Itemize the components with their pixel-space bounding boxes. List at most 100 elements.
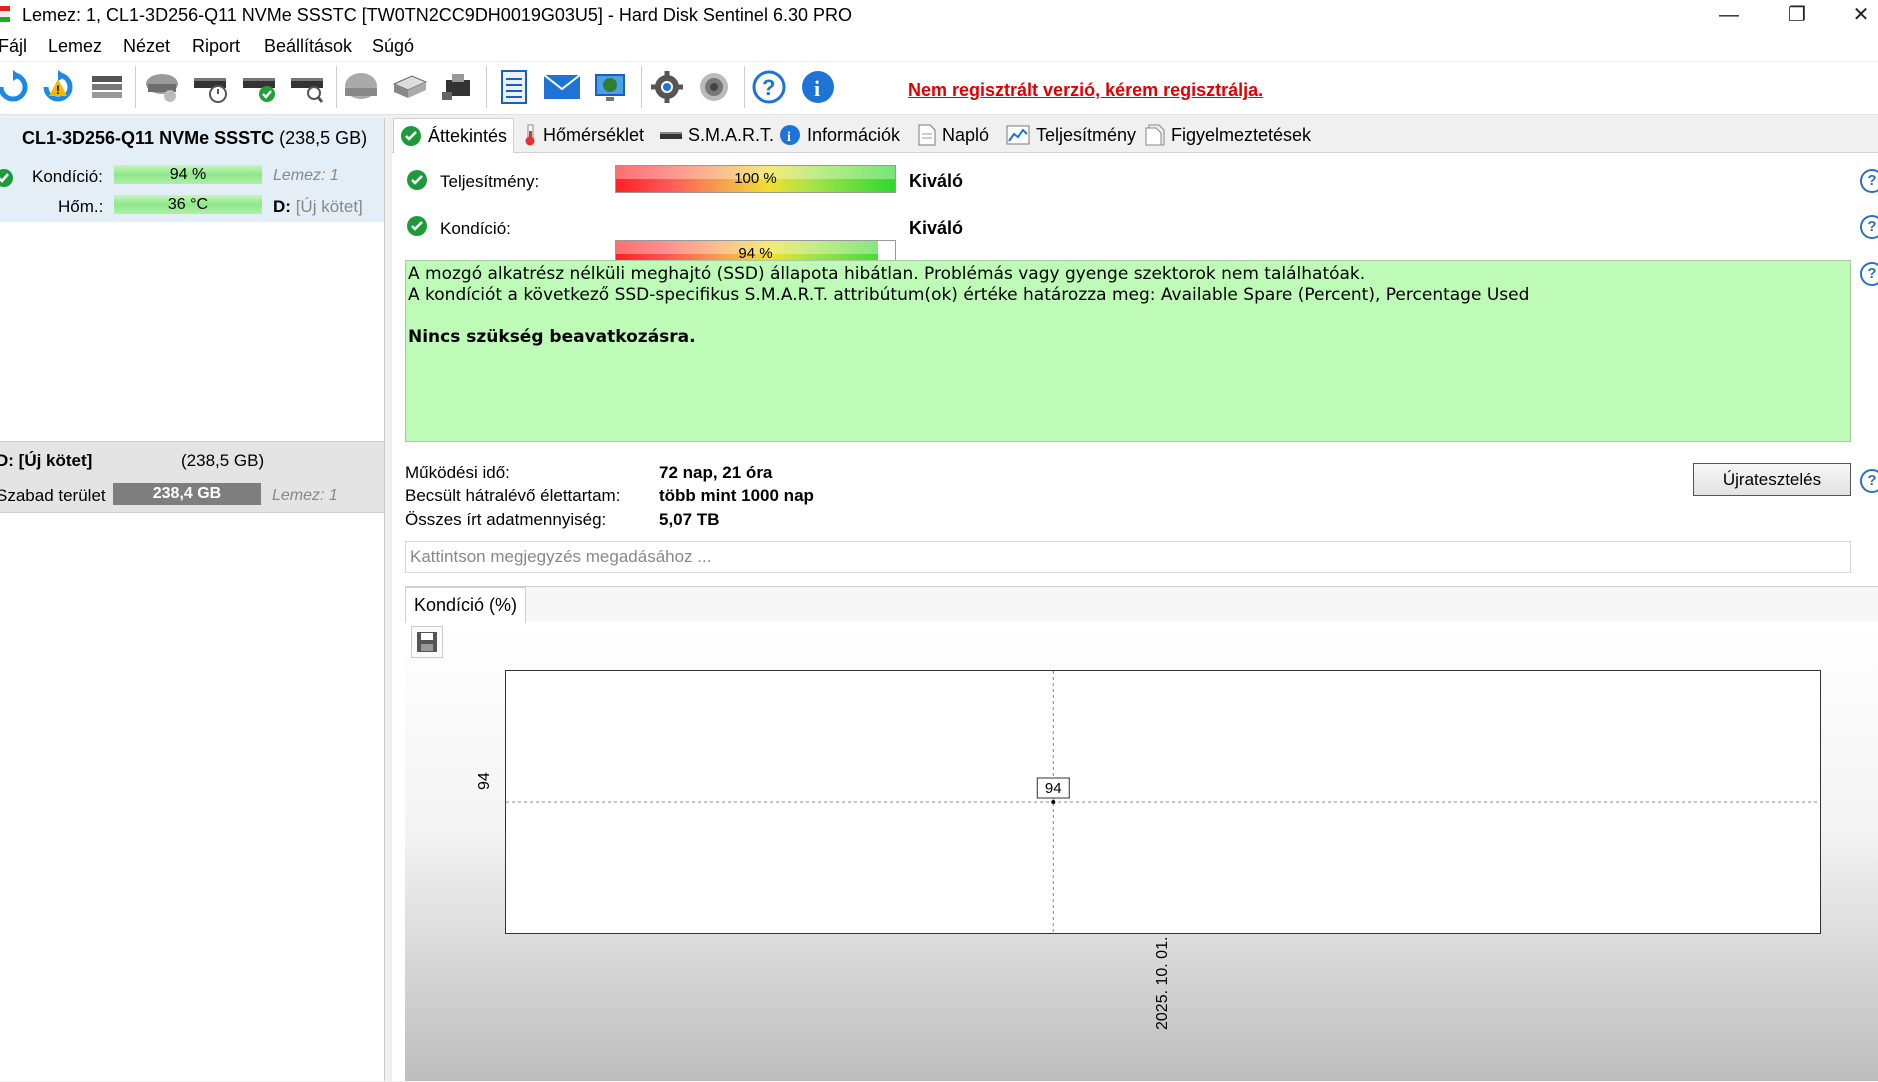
volume-name: D: [Új kötet] xyxy=(0,451,93,470)
y-tick-label: 94 xyxy=(476,772,493,790)
tab-information[interactable]: i Információk xyxy=(779,118,900,152)
volume-disk-label: Lemez: 1 xyxy=(272,487,338,504)
menu-help[interactable]: Súgó xyxy=(372,36,414,57)
tab-alerts[interactable]: Figyelmeztetések xyxy=(1145,118,1311,152)
performance-label: Teljesítmény: xyxy=(440,172,540,191)
lifetime-label: Becsült hátralévő élettartam: xyxy=(405,486,621,505)
uptime-label: Működési idő: xyxy=(405,463,510,482)
written-label: Összes írt adatmennyiség: xyxy=(405,510,607,529)
menu-view[interactable]: Nézet xyxy=(123,36,170,57)
help-icon[interactable]: ? xyxy=(750,68,788,106)
performance-value: 100 % xyxy=(734,170,777,187)
disk-size: (238,5 GB) xyxy=(279,128,368,148)
menu-disk[interactable]: Lemez xyxy=(48,36,102,57)
condition-ok-icon xyxy=(0,168,14,193)
refresh-warning-icon[interactable]: ! xyxy=(39,68,77,106)
data-point xyxy=(1051,800,1056,804)
free-space-label: Szabad terület xyxy=(0,486,106,505)
tab-log-label: Napló xyxy=(942,124,990,145)
menu-report[interactable]: Riport xyxy=(192,36,240,57)
svg-text:i: i xyxy=(814,76,820,101)
disk-list-icon[interactable] xyxy=(88,68,126,106)
refresh-icon[interactable] xyxy=(0,68,32,106)
condition-rating: Kiváló xyxy=(909,218,964,238)
status-line-2: A kondíciót a következő SSD-specifikus S… xyxy=(408,285,1530,305)
drives-icon[interactable] xyxy=(391,68,429,106)
window-title: Lemez: 1, CL1-3D256-Q11 NVMe SSSTC [TW0T… xyxy=(22,5,852,25)
registration-link[interactable]: Nem regisztrált verzió, kérem regisztrál… xyxy=(908,80,1263,101)
app-icon xyxy=(0,6,10,22)
disk-number-label: Lemez: 1 xyxy=(273,167,339,184)
minimize-button[interactable]: — xyxy=(1706,0,1752,31)
check-icon xyxy=(401,126,421,146)
alerts-icon xyxy=(1145,124,1165,146)
svg-text:!: ! xyxy=(56,83,60,97)
report-icon[interactable] xyxy=(495,68,533,106)
x-tick-label: 2025. 10. 01. xyxy=(1154,936,1171,1030)
disk-check-icon[interactable] xyxy=(240,68,278,106)
tab-smart[interactable]: S.M.A.R.T. xyxy=(660,118,774,152)
hdd-icon[interactable] xyxy=(342,68,380,106)
menu-file[interactable]: Fájl xyxy=(0,36,27,57)
condition-ok-icon xyxy=(406,215,428,242)
note-input[interactable]: Kattintson megjegyzés megadásához ... xyxy=(405,541,1851,573)
info-icon[interactable]: i xyxy=(799,68,837,106)
tab-alerts-label: Figyelmeztetések xyxy=(1171,124,1312,145)
chart-svg: 94 xyxy=(506,671,1820,933)
drive-letter: D: xyxy=(273,197,291,216)
tab-condition-chart[interactable]: Kondíció (%) xyxy=(405,587,527,623)
tab-temperature[interactable]: Hőmérséklet xyxy=(523,118,644,152)
performance-rating: Kiváló xyxy=(909,171,964,191)
svg-text:94: 94 xyxy=(1045,780,1062,797)
save-icon[interactable] xyxy=(411,626,443,658)
tab-performance-label: Teljesítmény xyxy=(1036,124,1137,145)
tab-overview-label: Áttekintés xyxy=(428,125,508,146)
restore-button[interactable]: ❐ xyxy=(1774,0,1820,31)
condition-help-icon[interactable]: ? xyxy=(1860,215,1878,239)
sound-icon[interactable] xyxy=(695,68,733,106)
condition-label: Kondíció: xyxy=(32,167,103,186)
lifetime-value: több mint 1000 nap xyxy=(659,486,814,505)
disk-clock-icon[interactable] xyxy=(191,68,229,106)
tab-overview[interactable]: Áttekintés xyxy=(393,118,515,154)
status-action: Nincs szükség beavatkozásra. xyxy=(408,327,696,347)
performance-ok-icon xyxy=(406,169,428,196)
tab-log[interactable]: Napló xyxy=(918,118,989,152)
toolbar-separator xyxy=(336,66,337,108)
disk-gray-icon[interactable] xyxy=(143,68,181,106)
settings-icon[interactable] xyxy=(648,68,686,106)
disk-search-icon[interactable] xyxy=(288,68,326,106)
toolbar-separator xyxy=(641,66,642,108)
thermometer-icon xyxy=(525,124,535,146)
email-icon[interactable] xyxy=(543,68,581,106)
free-space-bar: 238,4 GB xyxy=(113,483,261,505)
uptime-value: 72 nap, 21 óra xyxy=(659,463,773,482)
toolbar-separator xyxy=(486,66,487,108)
close-button[interactable]: ✕ xyxy=(1838,0,1878,31)
volume-hint: [Új kötet] xyxy=(295,197,363,216)
tab-smart-label: S.M.A.R.T. xyxy=(688,124,775,145)
svg-text:?: ? xyxy=(762,75,775,100)
svg-text:i: i xyxy=(787,130,791,145)
tab-performance[interactable]: Teljesítmény xyxy=(1006,118,1136,152)
performance-help-icon[interactable]: ? xyxy=(1860,169,1878,193)
retest-button[interactable]: Újratesztelés xyxy=(1693,463,1851,496)
written-value: 5,07 TB xyxy=(659,510,720,529)
usb-drive-icon[interactable] xyxy=(439,68,477,106)
disk-list-panel xyxy=(0,118,385,1081)
chart-plot-area: 94 xyxy=(505,670,1821,934)
tab-temperature-label: Hőmérséklet xyxy=(543,124,645,145)
status-line-1: A mozgó alkatrész nélküli meghajtó (SSD)… xyxy=(408,264,1366,284)
volume-size: (238,5 GB) xyxy=(181,451,265,470)
drive-icon xyxy=(660,132,682,139)
temperature-bar: 36 °C xyxy=(114,195,262,214)
performance-bar: 100 % xyxy=(615,165,896,193)
network-icon[interactable] xyxy=(592,68,630,106)
disk-title: CL1-3D256-Q11 NVMe SSSTC (238,5 GB) xyxy=(22,128,367,149)
performance-icon xyxy=(1006,125,1030,145)
toolbar-separator xyxy=(135,66,136,108)
retest-help-icon[interactable]: ? xyxy=(1860,469,1878,493)
data-label: 94 xyxy=(1036,777,1070,799)
status-help-icon[interactable]: ? xyxy=(1860,262,1878,286)
menu-settings[interactable]: Beállítások xyxy=(264,36,352,57)
